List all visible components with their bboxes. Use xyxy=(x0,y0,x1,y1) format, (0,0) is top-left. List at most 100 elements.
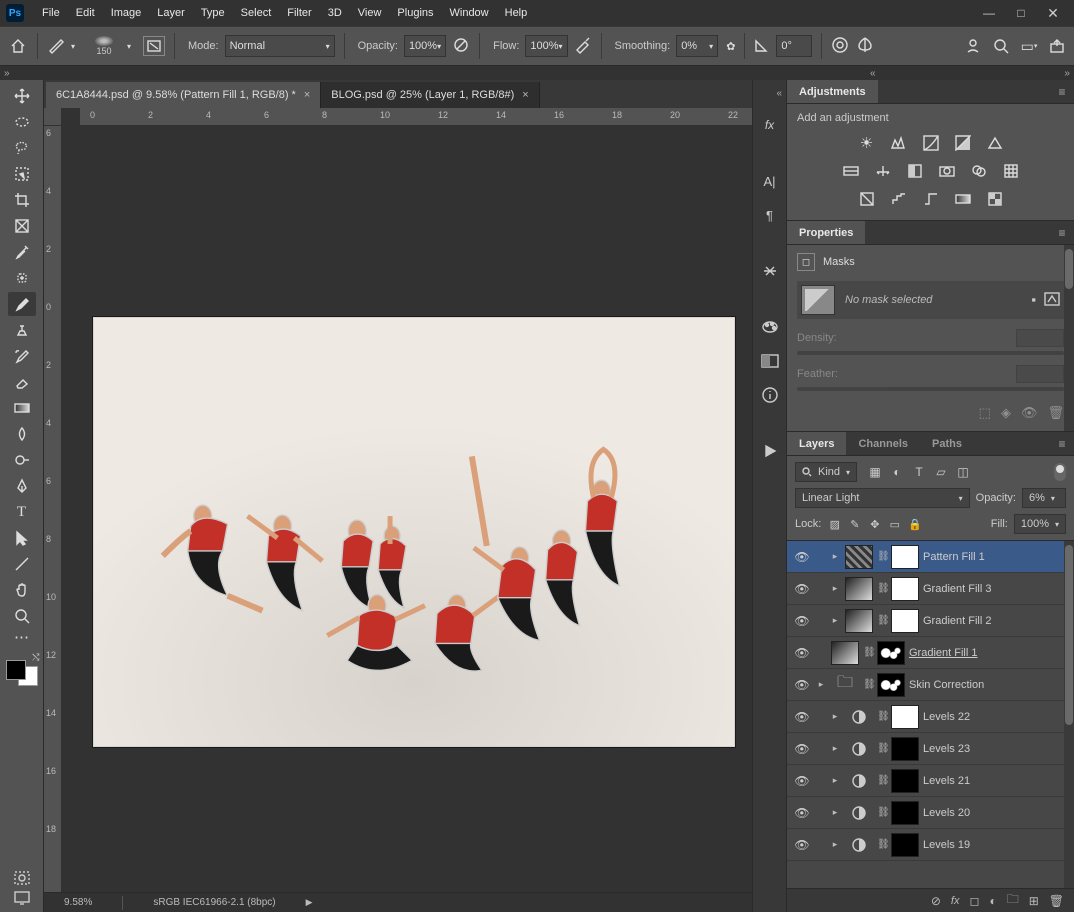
brushes-panel-icon[interactable] xyxy=(759,260,781,282)
lock-transparent-icon[interactable]: ▨ xyxy=(827,518,842,531)
link-icon[interactable]: ⛓ xyxy=(863,647,873,658)
menu-select[interactable]: Select xyxy=(233,3,280,23)
lock-all-icon[interactable]: 🔒 xyxy=(907,518,922,531)
menu-view[interactable]: View xyxy=(350,3,390,23)
mask-thumbnail[interactable] xyxy=(877,641,905,665)
swatches-panel-icon[interactable] xyxy=(759,316,781,338)
layer-name[interactable]: Gradient Fill 3 xyxy=(923,583,1068,595)
mask-thumbnail[interactable] xyxy=(891,801,919,825)
menu-plugins[interactable]: Plugins xyxy=(389,3,441,23)
select-subject-icon[interactable] xyxy=(964,37,982,55)
layer-name[interactable]: Levels 20 xyxy=(923,807,1068,819)
posterize-icon[interactable] xyxy=(889,190,909,208)
channel-mixer-icon[interactable] xyxy=(969,162,989,180)
menu-3d[interactable]: 3D xyxy=(320,3,350,23)
close-tab-icon[interactable]: × xyxy=(304,89,310,101)
mask-thumbnail[interactable] xyxy=(891,545,919,569)
layer-thumbnail[interactable] xyxy=(845,609,873,633)
exposure-icon[interactable] xyxy=(953,134,973,152)
layer-name[interactable]: Gradient Fill 1 xyxy=(909,647,1068,659)
filter-type-icon[interactable]: T xyxy=(911,464,927,480)
hand-tool[interactable] xyxy=(8,578,36,602)
link-icon[interactable]: ⛓ xyxy=(877,615,887,626)
collapse-icon[interactable]: ▸ xyxy=(815,679,827,690)
dodge-tool[interactable] xyxy=(8,448,36,472)
color-lookup-icon[interactable] xyxy=(1001,162,1021,180)
layer-thumbnail[interactable] xyxy=(845,769,873,793)
brush-settings-icon[interactable] xyxy=(143,36,165,56)
feather-slider[interactable]: Feather: xyxy=(797,365,1064,391)
layer-row[interactable]: 👁▸⛓Levels 20 xyxy=(787,797,1074,829)
mask-thumbnail[interactable] xyxy=(891,769,919,793)
menu-type[interactable]: Type xyxy=(193,3,233,23)
info-panel-icon[interactable] xyxy=(759,384,781,406)
link-icon[interactable]: ⛓ xyxy=(877,775,887,786)
share-icon[interactable] xyxy=(1048,37,1066,55)
selective-color-icon[interactable] xyxy=(985,190,1005,208)
maximize-button[interactable]: □ xyxy=(1006,3,1036,23)
layers-tab[interactable]: Layers xyxy=(787,432,846,455)
layers-scrollbar[interactable] xyxy=(1064,541,1074,888)
layer-row[interactable]: 👁▸⛓Pattern Fill 1 xyxy=(787,541,1074,573)
link-icon[interactable]: ⛓ xyxy=(877,711,887,722)
collapse-panels-icon[interactable]: « » xyxy=(870,68,1070,79)
horizontal-ruler[interactable]: 0246810121416182022 xyxy=(80,108,752,126)
filter-shape-icon[interactable]: ▱ xyxy=(933,464,949,480)
document-tab[interactable]: BLOG.psd @ 25% (Layer 1, RGB/8#)× xyxy=(321,82,539,108)
visibility-icon[interactable]: 👁 xyxy=(793,742,811,756)
layer-row[interactable]: 👁⛓Gradient Fill 1 xyxy=(787,637,1074,669)
mask-preview[interactable] xyxy=(801,285,835,315)
layer-thumbnail[interactable] xyxy=(831,641,859,665)
edit-toolbar[interactable]: ⋯ xyxy=(8,630,36,644)
visibility-icon[interactable]: 👁 xyxy=(793,582,811,596)
layer-row[interactable]: 👁▸⛓Gradient Fill 3 xyxy=(787,573,1074,605)
play-panel-icon[interactable] xyxy=(759,440,781,462)
gradient-tool[interactable] xyxy=(8,396,36,420)
vibrance-icon[interactable] xyxy=(985,134,1005,152)
blend-mode-select[interactable]: Linear Light▾ xyxy=(795,488,970,508)
path-selection-tool[interactable] xyxy=(8,526,36,550)
move-tool[interactable] xyxy=(8,84,36,108)
link-icon[interactable]: ⛓ xyxy=(877,839,887,850)
curves-icon[interactable] xyxy=(921,134,941,152)
color-balance-icon[interactable] xyxy=(873,162,893,180)
menu-help[interactable]: Help xyxy=(497,3,536,23)
photo-filter-icon[interactable] xyxy=(937,162,957,180)
visibility-icon[interactable]: 👁 xyxy=(793,806,811,820)
brightness-icon[interactable]: ☀ xyxy=(857,134,877,152)
new-adjustment-icon[interactable]: ◐ xyxy=(989,894,996,908)
layer-list[interactable]: 👁▸⛓Pattern Fill 1👁▸⛓Gradient Fill 3👁▸⛓Gr… xyxy=(787,541,1074,888)
levels-icon[interactable] xyxy=(889,134,909,152)
layer-fx-icon[interactable]: fx xyxy=(951,895,960,907)
invert-mask-icon[interactable]: ◈ xyxy=(1001,405,1011,421)
layer-thumbnail[interactable] xyxy=(845,833,873,857)
collapse-icon[interactable]: ▸ xyxy=(829,743,841,754)
filter-smart-icon[interactable]: ◫ xyxy=(955,464,971,480)
layer-thumbnail[interactable] xyxy=(845,737,873,761)
filter-toggle[interactable] xyxy=(1054,463,1066,481)
close-tab-icon[interactable]: × xyxy=(522,89,528,101)
layer-row[interactable]: 👁▸🗀⛓Skin Correction xyxy=(787,669,1074,701)
blend-mode-select[interactable]: Normal▾ xyxy=(225,35,335,57)
link-icon[interactable]: ⛓ xyxy=(877,743,887,754)
eraser-tool[interactable] xyxy=(8,370,36,394)
properties-scrollbar[interactable] xyxy=(1064,245,1074,431)
menu-filter[interactable]: Filter xyxy=(279,3,319,23)
workspace-icon[interactable]: ▭▾ xyxy=(1020,37,1038,55)
lasso-tool[interactable] xyxy=(8,136,36,160)
flow-input[interactable]: 100%▾ xyxy=(525,35,567,57)
layer-filter-type[interactable]: Kind▾ xyxy=(795,462,857,482)
layer-thumbnail[interactable] xyxy=(845,705,873,729)
layer-thumbnail[interactable] xyxy=(845,577,873,601)
layer-row[interactable]: 👁▸⛓Levels 21 xyxy=(787,765,1074,797)
add-mask-icon[interactable]: ◻ xyxy=(969,894,979,908)
layer-name[interactable]: Skin Correction xyxy=(909,679,1068,691)
mask-thumbnail[interactable] xyxy=(891,833,919,857)
marquee-tool[interactable] xyxy=(8,110,36,134)
layer-fill-input[interactable]: 100%▾ xyxy=(1014,514,1066,534)
menu-image[interactable]: Image xyxy=(103,3,150,23)
pen-tool[interactable] xyxy=(8,474,36,498)
filter-pixel-icon[interactable]: ▦ xyxy=(867,464,883,480)
brush-picker-dropdown[interactable]: ▾ xyxy=(127,42,137,51)
density-slider[interactable]: Density: xyxy=(797,329,1064,355)
